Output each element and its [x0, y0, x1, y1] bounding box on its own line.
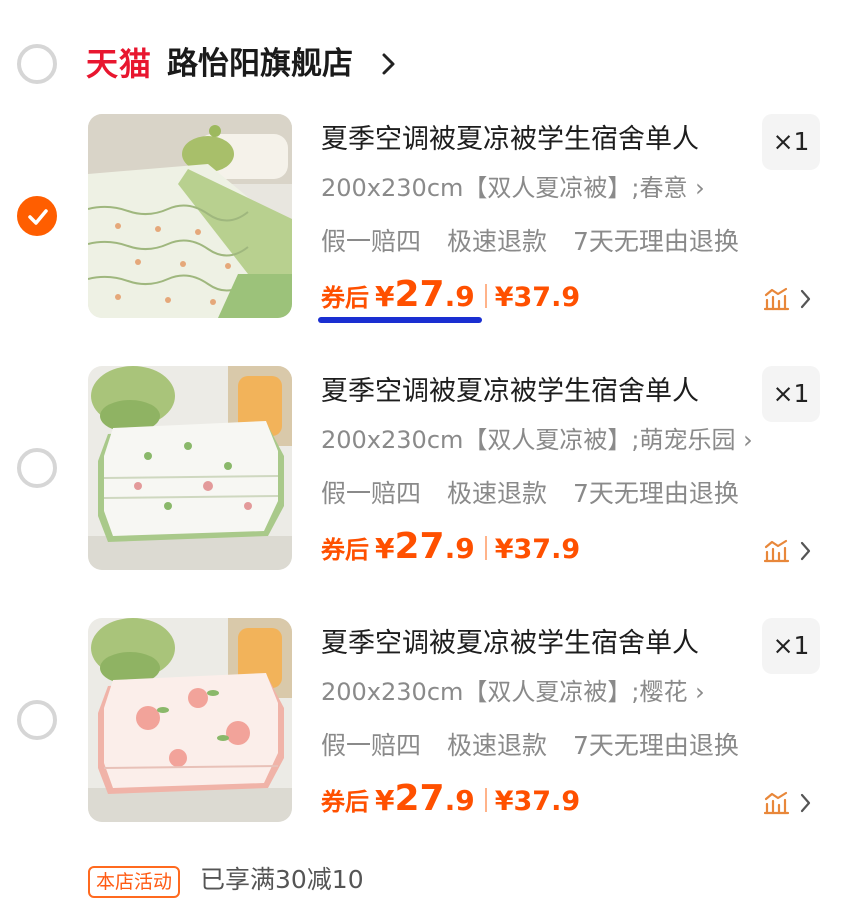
price-trend-icon[interactable] — [764, 286, 812, 312]
sku-selector[interactable]: 200x230cm【双人夏凉被】;萌宠乐园 › — [321, 420, 753, 460]
price-integer: 27 — [394, 274, 445, 315]
service-tags: 假一赔四 极速退款 7天无理由退换 — [321, 222, 765, 262]
price-row: 券后 ¥27.9 ¥37.9 — [321, 526, 580, 574]
service-tag: 7天无理由退换 — [573, 479, 739, 508]
service-tags: 假一赔四 极速退款 7天无理由退换 — [321, 474, 765, 514]
service-tag: 假一赔四 — [321, 227, 422, 256]
cart-item: 夏季空调被夏凉被学生宿舍单人 ×1 200x230cm【双人夏凉被】;萌宠乐园 … — [0, 366, 856, 606]
sku-text: 200x230cm【双人夏凉被】;春意 — [321, 174, 688, 202]
quantity-badge[interactable]: ×1 — [762, 618, 820, 674]
product-title[interactable]: 夏季空调被夏凉被学生宿舍单人 — [321, 120, 699, 160]
price-integer: 27 — [394, 526, 445, 567]
cart-item: 夏季空调被夏凉被学生宿舍单人 ×1 200x230cm【双人夏凉被】;樱花 › … — [0, 618, 856, 858]
product-title[interactable]: 夏季空调被夏凉被学生宿舍单人 — [321, 624, 699, 664]
chevron-right-icon: › — [743, 426, 753, 454]
sku-selector[interactable]: 200x230cm【双人夏凉被】;春意 › — [321, 168, 705, 208]
chevron-right-icon[interactable] — [381, 52, 397, 76]
annotation-underline — [318, 317, 482, 323]
price-decimal: .9 — [444, 784, 475, 817]
service-tag: 极速退款 — [447, 227, 548, 256]
coupon-label: 券后 — [321, 788, 369, 816]
item-select-radio[interactable] — [17, 448, 57, 488]
price-trend-icon[interactable] — [764, 790, 812, 816]
quantity-badge[interactable]: ×1 — [762, 114, 820, 170]
price-integer: 27 — [394, 778, 445, 819]
price-divider — [484, 788, 487, 812]
price-row: 券后 ¥27.9 ¥37.9 — [321, 274, 580, 322]
service-tag: 7天无理由退换 — [573, 227, 739, 256]
original-price: ¥37.9 — [494, 282, 581, 313]
chevron-right-icon: › — [695, 174, 705, 202]
service-tag: 极速退款 — [447, 731, 548, 760]
checkmark-icon — [28, 209, 48, 225]
currency-symbol: ¥ — [375, 532, 395, 565]
sku-text: 200x230cm【双人夏凉被】;樱花 — [321, 678, 688, 706]
quantity-badge[interactable]: ×1 — [762, 366, 820, 422]
service-tag: 极速退款 — [447, 479, 548, 508]
sku-selector[interactable]: 200x230cm【双人夏凉被】;樱花 › — [321, 672, 705, 712]
product-image[interactable] — [88, 366, 292, 570]
service-tag: 假一赔四 — [321, 479, 422, 508]
promo-status-text: 已享满30减10 — [200, 865, 364, 894]
price-row: 券后 ¥27.9 ¥37.9 — [321, 778, 580, 826]
sku-text: 200x230cm【双人夏凉被】;萌宠乐园 — [321, 426, 736, 454]
tmall-logo: 天猫 — [86, 45, 153, 83]
store-header: 天猫 路怡阳旗舰店 — [0, 0, 856, 120]
coupon-label: 券后 — [321, 536, 369, 564]
price-divider — [484, 536, 487, 560]
price-divider — [484, 284, 487, 308]
coupon-label: 券后 — [321, 284, 369, 312]
store-promo-badge: 本店活动 — [88, 866, 181, 898]
product-image[interactable] — [88, 618, 292, 822]
currency-symbol: ¥ — [375, 784, 395, 817]
original-price: ¥37.9 — [494, 534, 581, 565]
store-name[interactable]: 路怡阳旗舰店 — [167, 44, 353, 84]
product-image[interactable] — [88, 114, 292, 318]
original-price: ¥37.9 — [494, 786, 581, 817]
service-tags: 假一赔四 极速退款 7天无理由退换 — [321, 726, 765, 766]
service-tag: 假一赔四 — [321, 731, 422, 760]
product-title[interactable]: 夏季空调被夏凉被学生宿舍单人 — [321, 372, 699, 412]
price-trend-icon[interactable] — [764, 538, 812, 564]
currency-symbol: ¥ — [375, 280, 395, 313]
store-select-radio[interactable] — [17, 44, 57, 84]
price-decimal: .9 — [444, 280, 475, 313]
item-select-radio[interactable] — [17, 196, 57, 236]
price-decimal: .9 — [444, 532, 475, 565]
chevron-right-icon: › — [695, 678, 705, 706]
item-select-radio[interactable] — [17, 700, 57, 740]
service-tag: 7天无理由退换 — [573, 731, 739, 760]
